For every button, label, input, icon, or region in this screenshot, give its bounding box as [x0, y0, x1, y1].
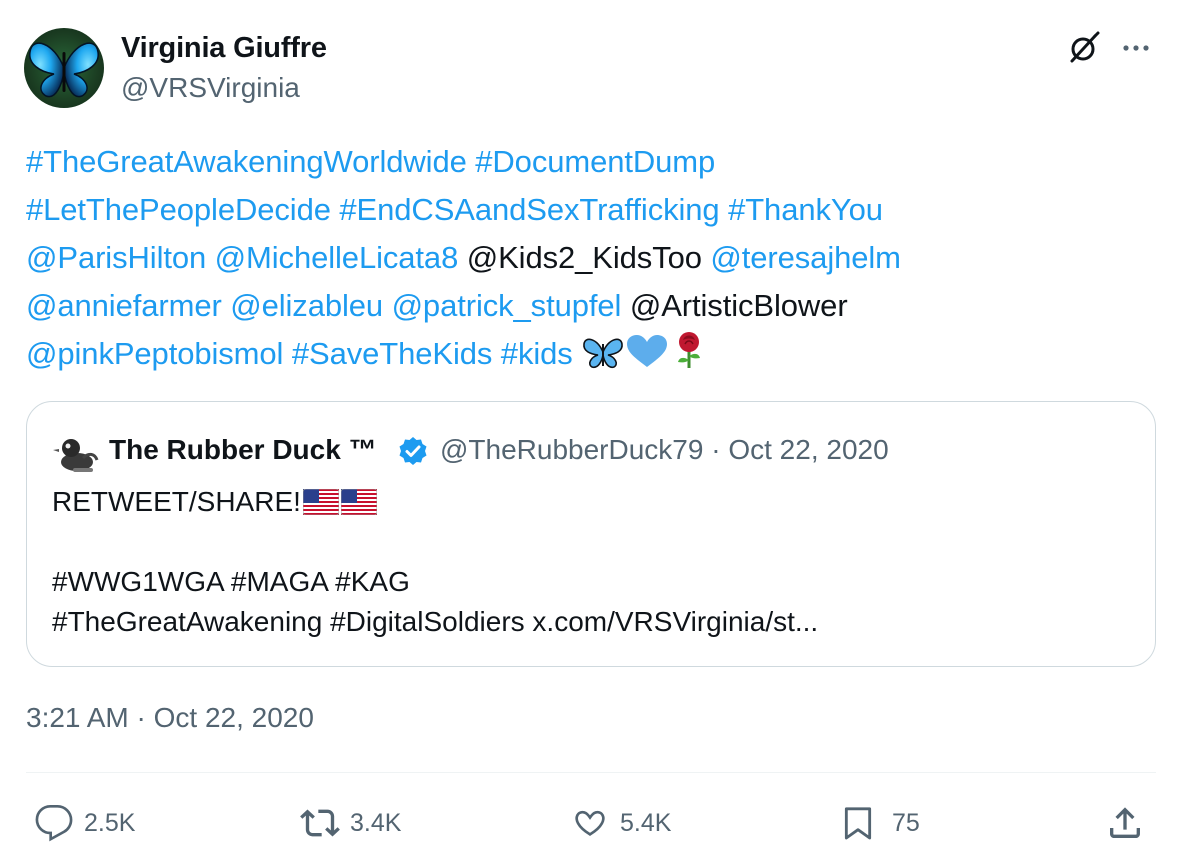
us-flag-emoji	[340, 486, 378, 526]
rose-emoji	[669, 332, 709, 371]
mention-link[interactable]: @pinkPeptobismol	[26, 336, 283, 371]
tweet-text-segment	[573, 336, 582, 371]
retweet-button[interactable]: 3.4K	[300, 803, 401, 843]
more-options-icon[interactable]	[1118, 32, 1154, 64]
tweet-text-segment	[720, 192, 729, 227]
quoted-tweet-text: RETWEET/SHARE! #WWG1WGA #MAGA #KAG #TheG…	[52, 482, 1132, 642]
blue-heart-emoji	[625, 335, 669, 371]
us-flag-emoji	[302, 486, 340, 526]
tweet-text-segment	[383, 288, 392, 323]
mention-link[interactable]: @ParisHilton	[26, 240, 206, 275]
like-button[interactable]: 5.4K	[570, 803, 671, 843]
quoted-meta: @TheRubberDuck79 · Oct 22, 2020	[440, 434, 889, 466]
tweet-text-segment: @ArtisticBlower	[621, 288, 848, 323]
hashtag-link[interactable]: #EndCSAandSexTrafficking	[339, 192, 719, 227]
tweet-text: #TheGreatAwakeningWorldwide #DocumentDum…	[26, 138, 1156, 378]
hashtag-link[interactable]: #DocumentDump	[475, 144, 715, 179]
tweet-text-segment: @Kids2_KidsToo	[458, 240, 711, 275]
tweet-text-line: @pinkPeptobismol #SaveTheKids #kids	[26, 330, 1156, 378]
author-avatar[interactable]	[24, 28, 104, 108]
quoted-tweet-card[interactable]: The Rubber Duck ™ @TheRubberDuck79 · Oct…	[26, 401, 1156, 667]
mention-link[interactable]: @patrick_stupfel	[392, 288, 622, 323]
bookmark-button[interactable]: 75	[838, 803, 920, 843]
tweet-text-line: @anniefarmer @elizableu @patrick_stupfel…	[26, 282, 1156, 330]
rubber-duck-avatar-icon	[53, 439, 99, 472]
hashtag-link[interactable]: #kids	[501, 336, 573, 371]
retweet-icon	[300, 809, 340, 837]
hashtag-link[interactable]: #LetThePeopleDecide	[26, 192, 331, 227]
divider	[26, 772, 1156, 773]
tweet-text-segment	[206, 240, 215, 275]
tweet-text-segment	[283, 336, 292, 371]
verified-badge-icon	[399, 437, 427, 465]
mention-link[interactable]: @teresajhelm	[710, 240, 901, 275]
grok-icon[interactable]	[1066, 30, 1102, 66]
tweet-text-line: #TheGreatAwakeningWorldwide #DocumentDum…	[26, 138, 1156, 186]
blue-butterfly-icon	[29, 42, 99, 98]
like-count: 5.4K	[620, 808, 672, 837]
hashtag-link[interactable]: #TheGreatAwakeningWorldwide	[26, 144, 467, 179]
hashtag-link[interactable]: #ThankYou	[728, 192, 883, 227]
tweet: Virginia Giuffre @VRSVirginia #TheGreatA…	[0, 0, 1182, 868]
bookmark-count: 75	[892, 808, 920, 837]
quoted-text-line: #WWG1WGA #MAGA #KAG	[52, 566, 410, 597]
share-icon	[1110, 807, 1140, 838]
quoted-line-1: RETWEET/SHARE!	[52, 486, 301, 517]
quoted-date[interactable]: Oct 22, 2020	[728, 434, 888, 465]
share-button[interactable]	[1105, 803, 1155, 843]
mention-link[interactable]: @MichelleLicata8	[215, 240, 459, 275]
reply-button[interactable]: 2.5K	[34, 803, 135, 843]
meta-separator: ·	[711, 434, 721, 465]
retweet-count: 3.4K	[350, 808, 402, 837]
hashtag-link[interactable]: #SaveTheKids	[292, 336, 493, 371]
reply-count: 2.5K	[84, 808, 136, 837]
tweet-text-line: #LetThePeopleDecide #EndCSAandSexTraffic…	[26, 186, 1156, 234]
quoted-text-line	[52, 522, 1132, 562]
bookmark-icon	[844, 807, 872, 840]
tweet-text-segment	[467, 144, 476, 179]
mention-link[interactable]: @anniefarmer	[26, 288, 222, 323]
quoted-text-line: RETWEET/SHARE!	[52, 482, 1132, 522]
butterfly-emoji	[581, 336, 625, 371]
heart-icon	[575, 810, 605, 836]
tweet-text-segment	[492, 336, 501, 371]
author-handle[interactable]: @VRSVirginia	[121, 72, 300, 104]
tweet-text-line: @ParisHilton @MichelleLicata8 @Kids2_Kid…	[26, 234, 1156, 282]
tweet-timestamp[interactable]: 3:21 AM · Oct 22, 2020	[26, 702, 314, 734]
quoted-author-name[interactable]: The Rubber Duck ™	[109, 434, 377, 466]
reply-icon	[35, 805, 73, 842]
tweet-text-segment	[222, 288, 231, 323]
author-name[interactable]: Virginia Giuffre	[121, 32, 327, 65]
quoted-text-line: #TheGreatAwakening #DigitalSoldiers x.co…	[52, 606, 819, 637]
quoted-author-handle[interactable]: @TheRubberDuck79	[440, 434, 703, 465]
mention-link[interactable]: @elizableu	[230, 288, 383, 323]
